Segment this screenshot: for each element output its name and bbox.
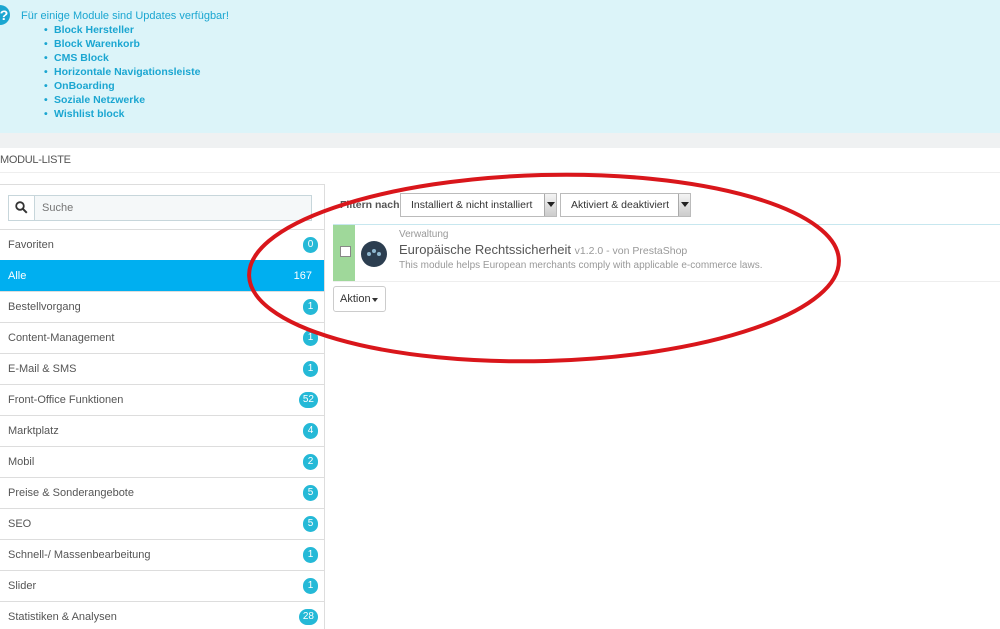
module-version: v1.2.0 - von PrestaShop: [574, 245, 688, 257]
update-module-item[interactable]: OnBoarding: [44, 79, 200, 93]
module-status-bar: [333, 225, 355, 281]
search-input[interactable]: [36, 196, 311, 220]
update-module-item[interactable]: CMS Block: [44, 51, 200, 65]
active-filter-select[interactable]: Aktiviert & deaktiviert: [560, 193, 691, 217]
category-label: Favoriten: [8, 239, 54, 251]
category-list: Favoriten 0 Alle 167 Bestellvorgang 1 Conte…: [0, 229, 324, 629]
module-description: This module helps European merchants com…: [399, 260, 763, 271]
category-item-content-management[interactable]: Content-Management 1: [0, 322, 324, 353]
category-label: Preise & Sonderangebote: [8, 487, 134, 499]
alert-title: Für einige Module sind Updates verfügbar…: [21, 10, 229, 22]
category-count-badge: 5: [303, 485, 318, 501]
question-icon: ?: [0, 5, 10, 25]
category-count-badge: 0: [303, 237, 318, 253]
category-count-badge: 5: [303, 516, 318, 532]
category-item-email-sms[interactable]: E-Mail & SMS 1: [0, 353, 324, 384]
install-filter-value: Installiert & nicht installiert: [411, 199, 533, 211]
active-filter-value: Aktiviert & deaktiviert: [571, 199, 670, 211]
category-label: Content-Management: [8, 332, 115, 344]
category-item-statistiken[interactable]: Statistiken & Analysen 28: [0, 601, 324, 629]
chevron-down-icon: [678, 194, 690, 216]
bulk-action-label: Aktion: [340, 293, 371, 305]
module-name-line: Europäische Rechtssicherheit v1.2.0 - vo…: [399, 242, 687, 257]
category-item-alle[interactable]: Alle 167: [0, 260, 324, 291]
category-count-badge: 1: [303, 330, 318, 346]
search-icon[interactable]: [9, 196, 35, 220]
category-label: Marktplatz: [8, 425, 59, 437]
module-row: Verwaltung Europäische Rechtssicherheit …: [333, 225, 1000, 282]
panel-title: MODUL-LISTE: [0, 148, 1000, 173]
update-module-list: Block Hersteller Block Warenkorb CMS Blo…: [44, 23, 200, 121]
category-count-badge: 1: [303, 299, 318, 315]
category-label: SEO: [8, 518, 32, 530]
install-filter-select[interactable]: Installiert & nicht installiert: [400, 193, 557, 217]
category-count-badge: 28: [298, 609, 318, 625]
category-count-badge: 167: [293, 270, 312, 282]
category-count-badge: 1: [303, 578, 318, 594]
category-label: E-Mail & SMS: [8, 363, 77, 375]
category-label: Alle: [8, 270, 27, 282]
category-label: Schnell-/ Massenbearbeitung: [8, 549, 151, 561]
update-module-item[interactable]: Block Hersteller: [44, 23, 200, 37]
update-module-item[interactable]: Wishlist block: [44, 107, 200, 121]
category-count-badge: 1: [303, 361, 318, 377]
category-item-slider[interactable]: Slider 1: [0, 570, 324, 601]
bulk-action-button[interactable]: Aktion: [333, 286, 386, 312]
category-count-badge: 2: [303, 454, 318, 470]
category-count-badge: 52: [298, 392, 318, 408]
category-sidebar: Favoriten 0 Alle 167 Bestellvorgang 1 Conte…: [0, 184, 325, 629]
chevron-down-icon: [544, 194, 556, 216]
update-module-item[interactable]: Soziale Netzwerke: [44, 93, 200, 107]
update-module-item[interactable]: Horizontale Navigationsleiste: [44, 65, 200, 79]
update-alert: ? Für einige Module sind Updates verfügb…: [0, 0, 1000, 133]
module-logo-icon: [361, 241, 387, 267]
category-item-front-office[interactable]: Front-Office Funktionen 52: [0, 384, 324, 415]
category-item-preise[interactable]: Preise & Sonderangebote 5: [0, 477, 324, 508]
category-label: Mobil: [8, 456, 35, 468]
caret-down-icon: [372, 298, 378, 302]
section-divider: [0, 133, 1000, 148]
category-label: Statistiken & Analysen: [8, 611, 117, 623]
category-item-bestellvorgang[interactable]: Bestellvorgang 1: [0, 291, 324, 322]
module-category: Verwaltung: [399, 229, 449, 240]
module-name: Europäische Rechtssicherheit: [399, 242, 571, 257]
category-label: Front-Office Funktionen: [8, 394, 124, 406]
category-count-badge: 4: [303, 423, 318, 439]
category-item-marktplatz[interactable]: Marktplatz 4: [0, 415, 324, 446]
category-count-badge: 1: [303, 547, 318, 563]
category-item-massenbearbeitung[interactable]: Schnell-/ Massenbearbeitung 1: [0, 539, 324, 570]
search-box: [8, 195, 312, 221]
category-item-mobil[interactable]: Mobil 2: [0, 446, 324, 477]
category-item-seo[interactable]: SEO 5: [0, 508, 324, 539]
category-label: Slider: [8, 580, 37, 592]
module-checkbox[interactable]: [340, 246, 351, 257]
filter-label: Filtern nach: [340, 199, 400, 211]
category-item-favoriten[interactable]: Favoriten 0: [0, 229, 324, 260]
update-module-item[interactable]: Block Warenkorb: [44, 37, 200, 51]
category-label: Bestellvorgang: [8, 301, 81, 313]
